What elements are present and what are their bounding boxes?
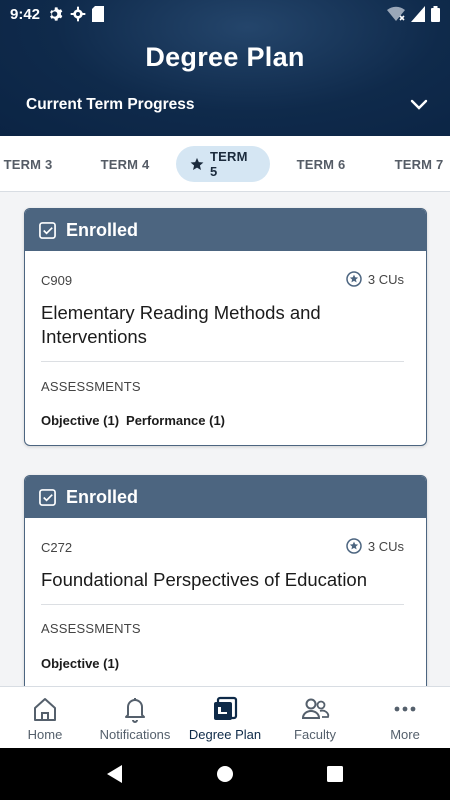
tab-term-7[interactable]: TERM 7 <box>386 146 450 182</box>
status-bar: 9:42 <box>0 0 450 28</box>
course-title: Elementary Reading Methods and Intervent… <box>41 302 321 347</box>
current-term-progress-label: Current Term Progress <box>26 96 195 113</box>
competency-units-icon <box>346 271 362 287</box>
nav-degree-plan-label: Degree Plan <box>188 727 262 742</box>
course-list: Enrolled C909 3 CUs Elementary Reading M… <box>0 192 450 686</box>
wifi-icon <box>387 6 405 22</box>
tab-term-3[interactable]: TERM 3 <box>0 146 58 182</box>
nav-degree-plan[interactable]: Degree Plan <box>180 687 270 748</box>
term-tabs: TERM 3 TERM 4 TERM 5 TERM 6 TERM 7 <box>0 136 450 192</box>
enrollment-status: Enrolled <box>66 219 139 240</box>
settings-gear-icon-2 <box>70 6 86 22</box>
course-units: 3 CUs <box>346 271 404 287</box>
competency-units-icon <box>346 538 362 554</box>
page-title: Degree Plan <box>145 42 305 72</box>
nav-notifications[interactable]: Notifications <box>90 687 180 748</box>
tab-label: TERM 5 <box>210 149 248 179</box>
course-card[interactable]: Enrolled C909 3 CUs Elementary Reading M… <box>24 208 427 446</box>
nav-faculty-label: Faculty <box>294 727 336 742</box>
tab-label: TERM 7 <box>394 156 444 172</box>
course-units: 3 CUs <box>346 538 404 554</box>
more-icon <box>392 695 418 723</box>
course-card[interactable]: Enrolled C272 3 CUs Foundational Perspec… <box>24 475 427 686</box>
signal-icon <box>411 6 425 22</box>
assessments-label: ASSESSMENTS <box>41 379 141 394</box>
assessment-list: Objective (1) <box>41 656 119 671</box>
chevron-down-icon <box>410 99 428 111</box>
app-header: 9:42 Degree Plan Current Term Progress <box>0 0 450 136</box>
tab-term-5[interactable]: TERM 5 <box>176 146 270 182</box>
degree-plan-icon <box>211 695 239 723</box>
nav-faculty[interactable]: Faculty <box>270 687 360 748</box>
battery-icon <box>431 6 440 22</box>
settings-gear-icon <box>48 6 64 22</box>
nav-more-label: More <box>390 727 420 742</box>
sd-card-icon <box>92 6 105 22</box>
nav-home[interactable]: Home <box>0 687 90 748</box>
star-icon <box>190 157 204 171</box>
course-card-header: Enrolled <box>25 209 426 251</box>
assessment-list: Objective (1) Performance (1) <box>41 413 225 428</box>
current-term-progress-toggle[interactable]: Current Term Progress <box>26 96 428 114</box>
enrollment-status: Enrolled <box>66 486 139 507</box>
home-circle-icon[interactable] <box>215 764 235 784</box>
tab-term-6[interactable]: TERM 6 <box>288 146 354 182</box>
tab-label: TERM 4 <box>100 156 150 172</box>
checkbox-checked-icon <box>39 488 56 506</box>
back-icon[interactable] <box>106 764 124 784</box>
course-title: Foundational Perspectives of Education <box>41 569 368 590</box>
assessment-item: Performance (1) <box>126 413 226 428</box>
faculty-icon <box>300 695 330 723</box>
nav-more[interactable]: More <box>360 687 450 748</box>
course-units-text: 3 CUs <box>367 271 404 287</box>
checkbox-checked-icon <box>39 221 56 239</box>
assessments-label: ASSESSMENTS <box>41 621 141 636</box>
bell-icon <box>122 695 148 723</box>
course-code: C272 <box>41 540 73 555</box>
tab-label: TERM 3 <box>3 156 53 172</box>
recents-square-icon[interactable] <box>326 765 344 783</box>
home-icon <box>31 695 59 723</box>
nav-home-label: Home <box>27 727 63 742</box>
tab-term-4[interactable]: TERM 4 <box>92 146 158 182</box>
card-divider <box>41 604 404 605</box>
bottom-navigation: Home Notifications Degree Plan Faculty M… <box>0 686 450 748</box>
tab-label: TERM 6 <box>296 156 346 172</box>
status-time: 9:42 <box>10 5 41 23</box>
assessment-item: Objective (1) <box>41 656 120 671</box>
course-units-text: 3 CUs <box>367 538 404 554</box>
course-card-header: Enrolled <box>25 476 426 518</box>
assessment-item: Objective (1) <box>41 413 120 428</box>
course-code: C909 <box>41 273 73 288</box>
system-navigation-bar <box>0 748 450 800</box>
nav-notifications-label: Notifications <box>99 727 171 742</box>
card-divider <box>41 361 404 362</box>
